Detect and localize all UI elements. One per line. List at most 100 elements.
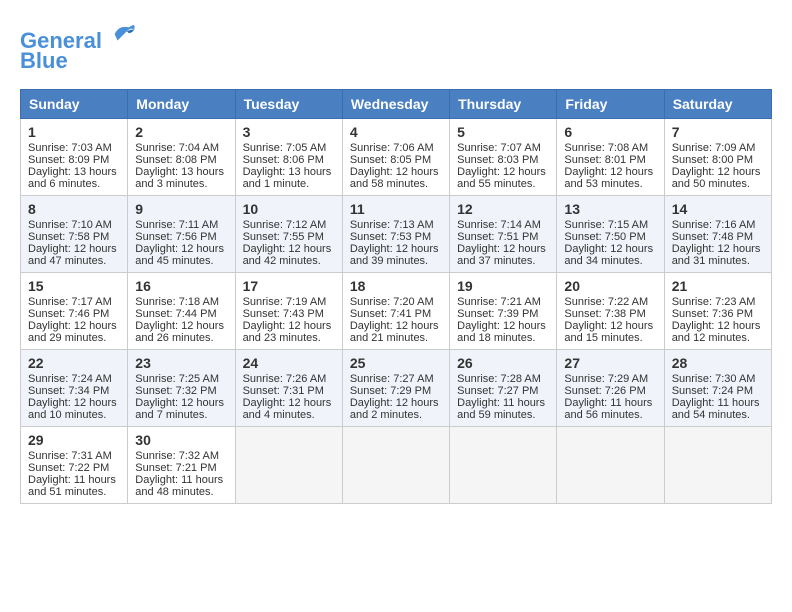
sunset-text: Sunset: 7:27 PM [457, 385, 538, 397]
daylight-text: Daylight: 13 hours and 6 minutes. [28, 166, 117, 190]
calendar-cell [664, 427, 771, 504]
sunrise-text: Sunrise: 7:13 AM [350, 219, 434, 231]
sunset-text: Sunset: 7:41 PM [350, 308, 431, 320]
sunrise-text: Sunrise: 7:26 AM [243, 373, 327, 385]
sunrise-text: Sunrise: 7:05 AM [243, 142, 327, 154]
sunset-text: Sunset: 7:31 PM [243, 385, 324, 397]
daylight-text: Daylight: 12 hours and 31 minutes. [672, 243, 761, 267]
sunrise-text: Sunrise: 7:04 AM [135, 142, 219, 154]
day-number: 25 [350, 355, 442, 371]
day-number: 8 [28, 201, 120, 217]
day-number: 1 [28, 124, 120, 140]
calendar-cell: 10 Sunrise: 7:12 AM Sunset: 7:55 PM Dayl… [235, 196, 342, 273]
sunset-text: Sunset: 8:00 PM [672, 154, 753, 166]
sunset-text: Sunset: 7:56 PM [135, 231, 216, 243]
weekday-header-sunday: Sunday [21, 90, 128, 119]
sunrise-text: Sunrise: 7:31 AM [28, 450, 112, 462]
daylight-text: Daylight: 11 hours and 51 minutes. [28, 474, 116, 498]
sunset-text: Sunset: 7:58 PM [28, 231, 109, 243]
sunrise-text: Sunrise: 7:08 AM [564, 142, 648, 154]
calendar-cell [557, 427, 664, 504]
calendar-cell: 8 Sunrise: 7:10 AM Sunset: 7:58 PM Dayli… [21, 196, 128, 273]
calendar-cell: 17 Sunrise: 7:19 AM Sunset: 7:43 PM Dayl… [235, 273, 342, 350]
sunset-text: Sunset: 7:39 PM [457, 308, 538, 320]
sunset-text: Sunset: 7:36 PM [672, 308, 753, 320]
weekday-header-wednesday: Wednesday [342, 90, 449, 119]
daylight-text: Daylight: 12 hours and 7 minutes. [135, 397, 224, 421]
sunset-text: Sunset: 8:05 PM [350, 154, 431, 166]
day-number: 14 [672, 201, 764, 217]
sunrise-text: Sunrise: 7:10 AM [28, 219, 112, 231]
day-number: 29 [28, 432, 120, 448]
sunrise-text: Sunrise: 7:22 AM [564, 296, 648, 308]
day-number: 28 [672, 355, 764, 371]
sunset-text: Sunset: 7:32 PM [135, 385, 216, 397]
daylight-text: Daylight: 12 hours and 15 minutes. [564, 320, 653, 344]
calendar-cell: 21 Sunrise: 7:23 AM Sunset: 7:36 PM Dayl… [664, 273, 771, 350]
calendar-cell: 29 Sunrise: 7:31 AM Sunset: 7:22 PM Dayl… [21, 427, 128, 504]
sunrise-text: Sunrise: 7:19 AM [243, 296, 327, 308]
sunset-text: Sunset: 7:34 PM [28, 385, 109, 397]
weekday-header-tuesday: Tuesday [235, 90, 342, 119]
day-number: 24 [243, 355, 335, 371]
sunset-text: Sunset: 7:38 PM [564, 308, 645, 320]
calendar-cell: 27 Sunrise: 7:29 AM Sunset: 7:26 PM Dayl… [557, 350, 664, 427]
calendar-cell: 2 Sunrise: 7:04 AM Sunset: 8:08 PM Dayli… [128, 119, 235, 196]
weekday-header-monday: Monday [128, 90, 235, 119]
daylight-text: Daylight: 12 hours and 45 minutes. [135, 243, 224, 267]
sunrise-text: Sunrise: 7:28 AM [457, 373, 541, 385]
calendar-cell: 24 Sunrise: 7:26 AM Sunset: 7:31 PM Dayl… [235, 350, 342, 427]
day-number: 26 [457, 355, 549, 371]
sunset-text: Sunset: 7:21 PM [135, 462, 216, 474]
daylight-text: Daylight: 12 hours and 50 minutes. [672, 166, 761, 190]
daylight-text: Daylight: 12 hours and 37 minutes. [457, 243, 546, 267]
sunrise-text: Sunrise: 7:15 AM [564, 219, 648, 231]
calendar-cell: 25 Sunrise: 7:27 AM Sunset: 7:29 PM Dayl… [342, 350, 449, 427]
sunrise-text: Sunrise: 7:29 AM [564, 373, 648, 385]
daylight-text: Daylight: 12 hours and 53 minutes. [564, 166, 653, 190]
daylight-text: Daylight: 12 hours and 21 minutes. [350, 320, 439, 344]
weekday-header-thursday: Thursday [450, 90, 557, 119]
calendar-cell: 5 Sunrise: 7:07 AM Sunset: 8:03 PM Dayli… [450, 119, 557, 196]
sunset-text: Sunset: 7:51 PM [457, 231, 538, 243]
day-number: 12 [457, 201, 549, 217]
daylight-text: Daylight: 12 hours and 10 minutes. [28, 397, 117, 421]
sunrise-text: Sunrise: 7:12 AM [243, 219, 327, 231]
weekday-header-friday: Friday [557, 90, 664, 119]
day-number: 3 [243, 124, 335, 140]
calendar-cell: 3 Sunrise: 7:05 AM Sunset: 8:06 PM Dayli… [235, 119, 342, 196]
logo: General Blue [20, 20, 138, 73]
sunset-text: Sunset: 7:29 PM [350, 385, 431, 397]
sunrise-text: Sunrise: 7:07 AM [457, 142, 541, 154]
day-number: 19 [457, 278, 549, 294]
daylight-text: Daylight: 11 hours and 54 minutes. [672, 397, 760, 421]
calendar-cell [235, 427, 342, 504]
calendar-cell: 12 Sunrise: 7:14 AM Sunset: 7:51 PM Dayl… [450, 196, 557, 273]
sunset-text: Sunset: 7:24 PM [672, 385, 753, 397]
day-number: 18 [350, 278, 442, 294]
sunset-text: Sunset: 8:01 PM [564, 154, 645, 166]
calendar-cell: 11 Sunrise: 7:13 AM Sunset: 7:53 PM Dayl… [342, 196, 449, 273]
daylight-text: Daylight: 12 hours and 23 minutes. [243, 320, 332, 344]
calendar-cell: 18 Sunrise: 7:20 AM Sunset: 7:41 PM Dayl… [342, 273, 449, 350]
sunset-text: Sunset: 7:44 PM [135, 308, 216, 320]
daylight-text: Daylight: 12 hours and 58 minutes. [350, 166, 439, 190]
calendar-cell [450, 427, 557, 504]
sunrise-text: Sunrise: 7:11 AM [135, 219, 218, 231]
calendar-cell: 6 Sunrise: 7:08 AM Sunset: 8:01 PM Dayli… [557, 119, 664, 196]
day-number: 20 [564, 278, 656, 294]
sunset-text: Sunset: 8:09 PM [28, 154, 109, 166]
calendar-week-row: 29 Sunrise: 7:31 AM Sunset: 7:22 PM Dayl… [21, 427, 772, 504]
daylight-text: Daylight: 11 hours and 48 minutes. [135, 474, 223, 498]
sunset-text: Sunset: 7:53 PM [350, 231, 431, 243]
day-number: 15 [28, 278, 120, 294]
sunset-text: Sunset: 7:46 PM [28, 308, 109, 320]
sunrise-text: Sunrise: 7:25 AM [135, 373, 219, 385]
sunrise-text: Sunrise: 7:24 AM [28, 373, 112, 385]
sunset-text: Sunset: 8:08 PM [135, 154, 216, 166]
sunrise-text: Sunrise: 7:17 AM [28, 296, 112, 308]
calendar-week-row: 22 Sunrise: 7:24 AM Sunset: 7:34 PM Dayl… [21, 350, 772, 427]
calendar-cell: 20 Sunrise: 7:22 AM Sunset: 7:38 PM Dayl… [557, 273, 664, 350]
calendar-cell: 13 Sunrise: 7:15 AM Sunset: 7:50 PM Dayl… [557, 196, 664, 273]
daylight-text: Daylight: 12 hours and 55 minutes. [457, 166, 546, 190]
